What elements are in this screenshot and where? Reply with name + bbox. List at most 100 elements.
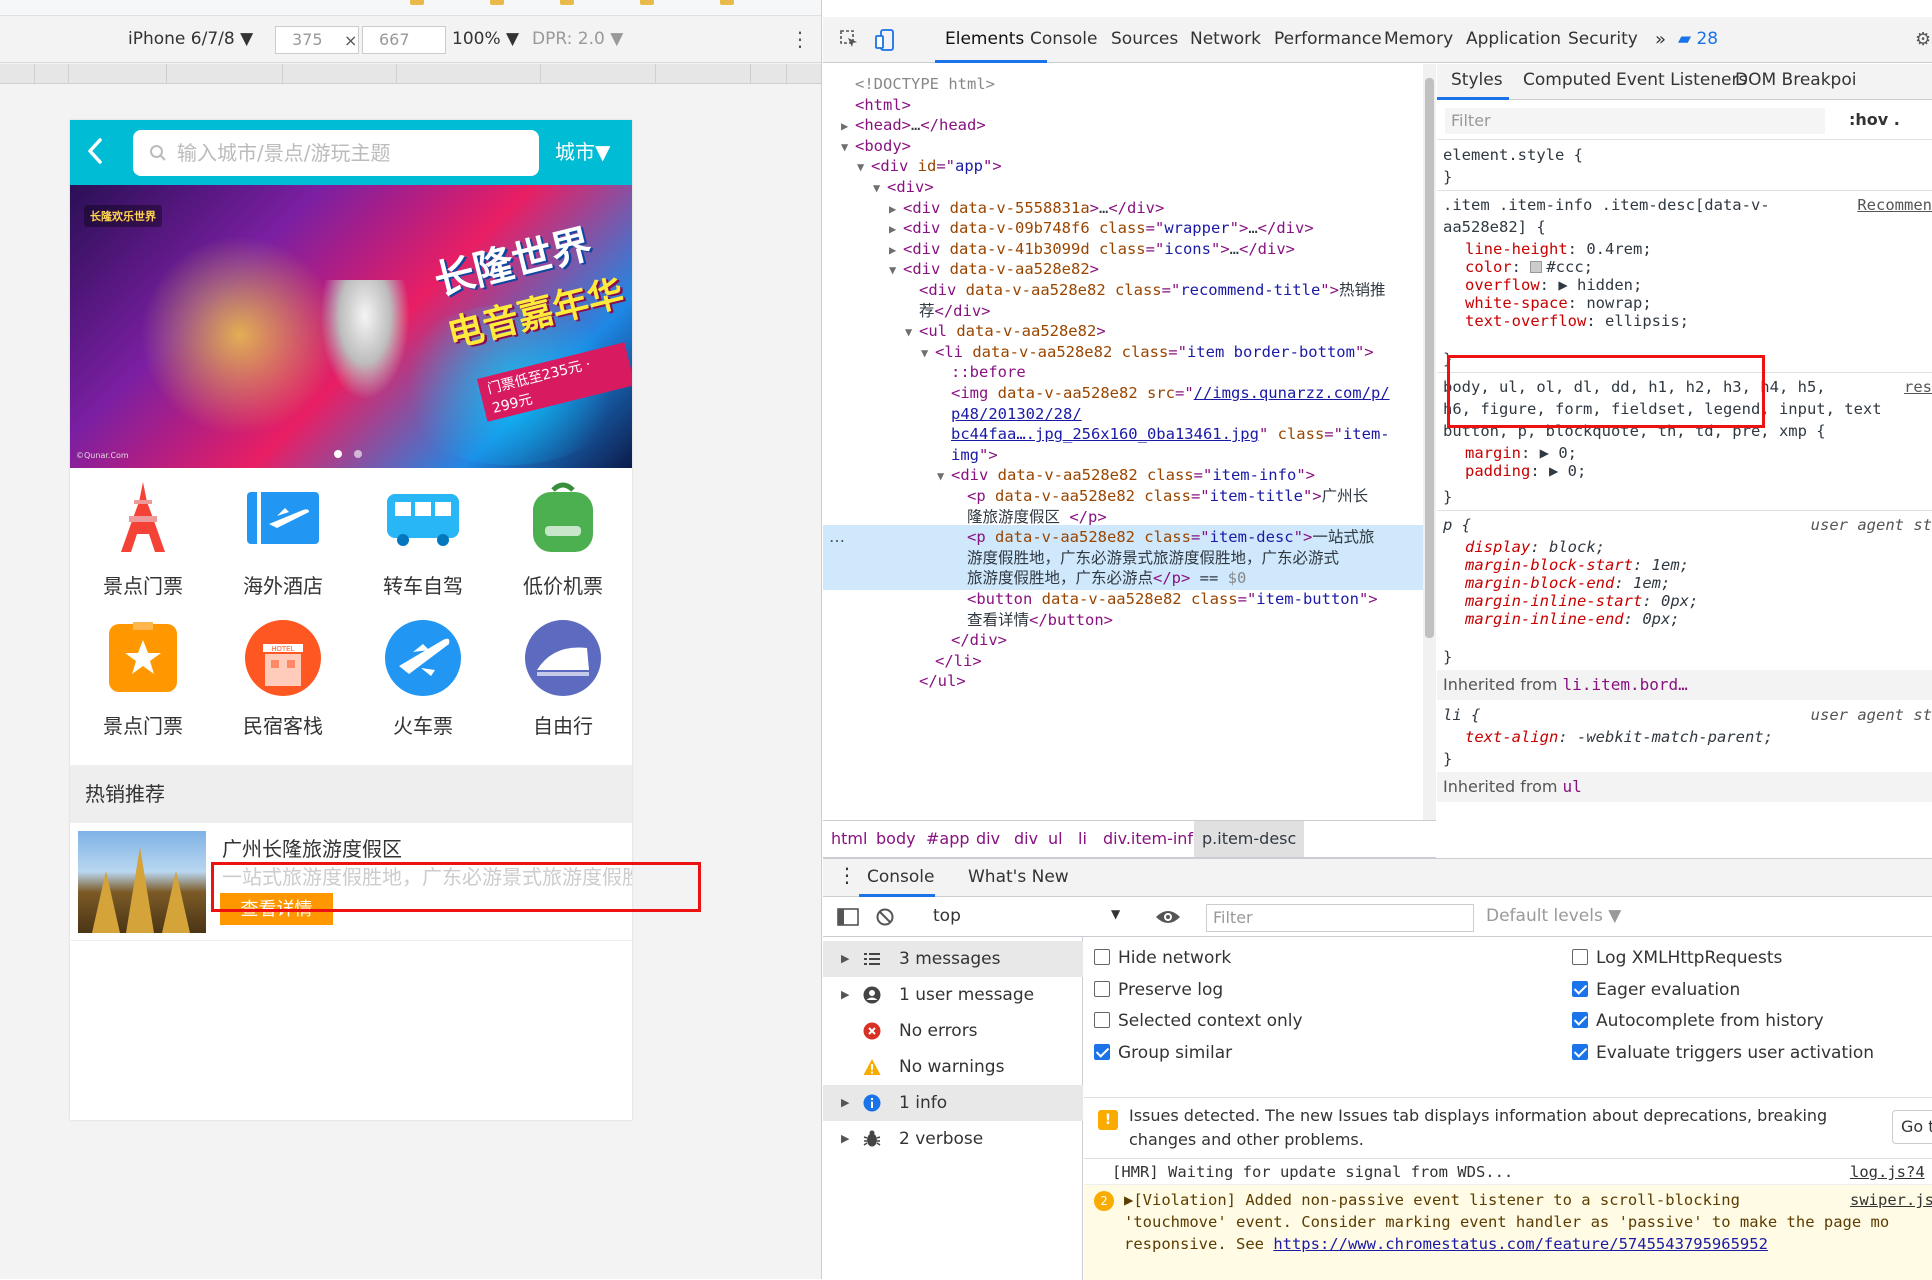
category-item[interactable]: 景点门票 [73,618,213,739]
device-select[interactable]: iPhone 6/7/8 ▼ [128,29,253,49]
breadcrumb-item[interactable]: div [976,821,1000,857]
tab-console[interactable]: Console [1030,29,1098,49]
checkbox-icon[interactable] [1094,949,1110,965]
breadcrumb-item[interactable]: p.item-desc [1194,821,1305,857]
dom-node-menu-icon[interactable]: … [829,525,845,549]
breadcrumb-item[interactable]: div [1014,821,1038,857]
breadcrumb-item[interactable]: #app [926,821,970,857]
chevron-down-icon[interactable]: ▼ [1111,907,1120,921]
device-toggle-icon[interactable] [875,29,895,51]
tab-performance[interactable]: Performance [1274,29,1382,49]
drawer-menu-icon[interactable]: ⋮ [837,863,857,887]
expand-arrow-icon[interactable]: ▶ [841,941,849,977]
more-options-icon[interactable]: ⋮ [790,29,810,49]
css-property-value[interactable]: 0px; [1642,610,1679,628]
tab-sources[interactable]: Sources [1111,29,1178,49]
console-filter-item[interactable]: No warnings [823,1049,1083,1085]
breadcrumb-item[interactable]: body [876,821,916,857]
city-select[interactable]: 城市▼ [555,136,610,165]
breadcrumb-item[interactable]: div.item-info [1103,821,1203,857]
checkbox-icon[interactable] [1572,949,1588,965]
setting-checkbox[interactable]: Selected context only [1094,1010,1303,1032]
log-levels-select[interactable]: Default levels ▼ [1486,906,1621,926]
css-property[interactable]: text-overflow: ellipsis; [1437,310,1932,332]
color-swatch-icon[interactable] [1530,261,1543,273]
element-style-selector[interactable]: element.style { [1437,144,1932,166]
console-filter-input[interactable]: Filter [1206,904,1474,932]
dom-token[interactable]: bc44faa….jpg_256x160_0ba13461.jpg [951,425,1259,443]
carousel-dots[interactable] [334,447,374,461]
css-property-name[interactable]: text-align [1465,728,1558,746]
tab-computed[interactable]: Computed [1523,70,1611,90]
css-property-name[interactable]: padding [1465,462,1530,480]
console-warning-row[interactable]: 2 ▶[Violation] Added non-passive event l… [1084,1185,1932,1280]
eye-icon[interactable] [1155,909,1181,925]
dom-tree[interactable]: <!DOCTYPE html> <html> ▶ <head>…</head> ▼ <bo… [823,64,1436,820]
css-property-value[interactable]: ellipsis; [1605,312,1689,330]
styles-filter-input[interactable]: Filter [1445,108,1825,134]
tab-security[interactable]: Security [1568,29,1638,49]
checkbox-checked-icon[interactable] [1572,1043,1588,1060]
css-property-name[interactable]: text-overflow [1465,312,1586,330]
tab-whats-new[interactable]: What's New [968,867,1069,887]
more-tabs-icon[interactable]: » [1655,29,1666,50]
breadcrumb-item[interactable]: li [1078,821,1087,857]
recommend-item[interactable]: 广州长隆旅游度假区 一站式旅游度假胜地，广东必游景式旅游度假胜地，广东必游景式旅… [70,823,632,941]
log-source-link[interactable]: log.js?4 [1850,1159,1925,1185]
tab-styles[interactable]: Styles [1451,70,1503,90]
css-property-value[interactable]: -webkit-match-parent; [1577,728,1773,746]
sidebar-toggle-icon[interactable] [837,907,859,927]
checkbox-checked-icon[interactable] [1572,980,1588,997]
back-arrow-icon[interactable] [82,134,108,168]
console-filter-item[interactable]: ▶ 1 user message [823,977,1083,1013]
media-query-ruler[interactable] [0,64,821,84]
log-source-link[interactable]: swiper.js?82c [1850,1189,1932,1211]
tab-console-drawer[interactable]: Console [867,867,935,887]
dom-scrollbar[interactable] [1423,64,1436,820]
console-filter-item[interactable]: ▶ 1 info [823,1085,1083,1121]
chromestatus-link[interactable]: https://www.chromestatus.com/feature/574… [1273,1235,1768,1253]
tab-network[interactable]: Network [1190,29,1261,49]
dom-token[interactable]: //imgs.qunarzz.com/p/ [1194,384,1390,402]
setting-checkbox[interactable]: Autocomplete from history [1572,1010,1824,1032]
expand-arrow-icon[interactable]: ▶ [841,1085,849,1121]
bookmark-folder-icon[interactable] [410,0,424,5]
checkbox-checked-icon[interactable] [1572,1012,1588,1028]
css-property-value[interactable]: ▶ 0; [1549,462,1586,480]
tab-memory[interactable]: Memory [1384,29,1453,49]
css-property[interactable]: margin-inline-end: 0px; [1437,608,1932,630]
setting-checkbox[interactable]: Log XMLHttpRequests [1572,947,1782,969]
tab-application[interactable]: Application [1466,29,1561,49]
setting-checkbox[interactable]: Eager evaluation [1572,979,1740,1001]
css-property[interactable]: text-align: -webkit-match-parent; [1437,726,1932,748]
breadcrumb-item[interactable]: html [831,821,867,857]
category-item[interactable]: 转车自驾 [353,478,493,599]
setting-checkbox[interactable]: Group similar [1094,1042,1232,1064]
checkbox-checked-icon[interactable] [1094,1043,1110,1060]
bookmark-folder-icon[interactable] [560,0,574,5]
inherited-element-link[interactable]: li.item.bord… [1563,675,1688,694]
rule-selector[interactable]: body, ul, ol, dl, dd, h1, h2, h3, h4, h5… [1437,376,1932,398]
console-filter-item[interactable]: ▶ 3 messages [823,941,1083,977]
hover-state-toggle[interactable]: :hov . [1849,110,1900,129]
category-item[interactable]: 火车票 [353,618,493,739]
zoom-select[interactable]: 100% ▼ [452,29,519,49]
rule-source-link[interactable]: Recommen [1857,194,1932,216]
expand-arrow-icon[interactable]: ▶ [841,1121,849,1157]
dom-node[interactable]: </ul> [823,669,1423,693]
rule-source-link[interactable]: res [1904,376,1932,398]
category-item[interactable]: 海外酒店 [213,478,353,599]
category-item[interactable]: 低价机票 [493,478,632,599]
checkbox-icon[interactable] [1094,980,1110,997]
tab-elements[interactable]: Elements [945,29,1024,49]
search-input[interactable]: 输入城市/景点/游玩主题 [133,130,539,176]
css-property-name[interactable]: margin-inline-end [1465,610,1624,628]
bookmark-folder-icon[interactable] [640,0,654,5]
details-button[interactable]: 查看详情 [220,893,333,925]
clear-console-icon[interactable] [875,907,895,927]
setting-checkbox[interactable]: Hide network [1094,947,1231,969]
go-to-issues-button[interactable]: Go t [1892,1110,1932,1144]
height-input[interactable]: 667 [362,26,446,54]
tab-event-listeners[interactable]: Event Listeners [1616,70,1747,90]
checkbox-icon[interactable] [1094,1012,1110,1028]
